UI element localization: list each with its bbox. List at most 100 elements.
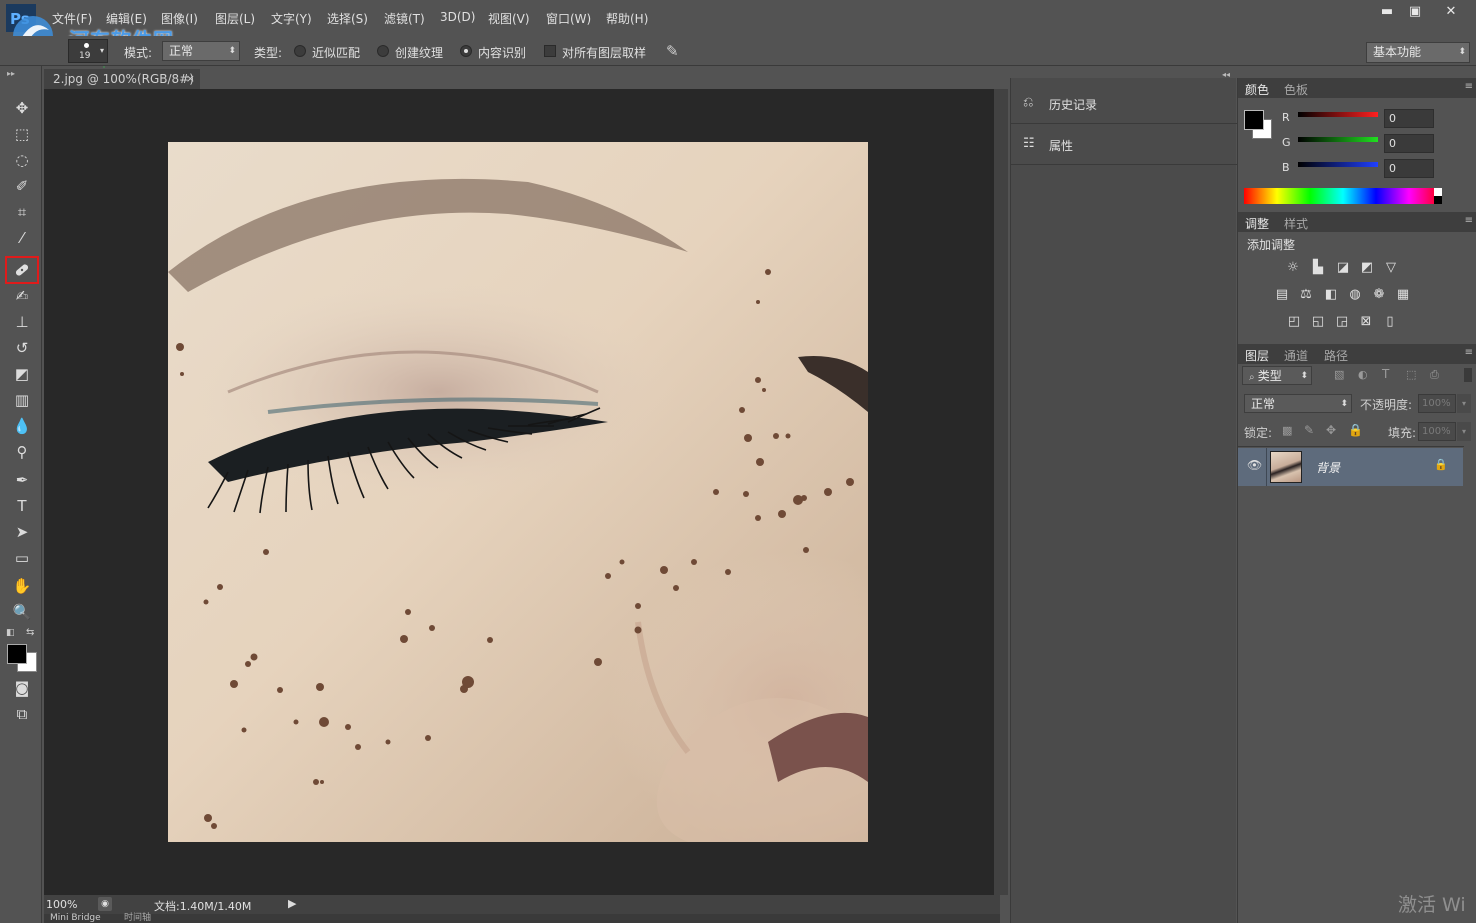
menu-file[interactable]: 文件(F) <box>52 10 92 27</box>
panel-properties[interactable]: ☷ 属性 <box>1011 125 1237 165</box>
quick-select-tool-icon[interactable]: ✐ <box>8 174 36 198</box>
collapse-arrows-icon[interactable]: ▸▸ <box>7 69 15 78</box>
slider-r[interactable] <box>1298 112 1378 117</box>
mode-select[interactable]: 正常 <box>162 41 240 61</box>
channel-mixer-icon[interactable]: ❁ <box>1370 287 1388 303</box>
layer-name[interactable]: 背景 <box>1316 459 1340 476</box>
menu-help[interactable]: 帮助(H) <box>606 10 648 27</box>
radio-create-texture[interactable] <box>377 45 389 57</box>
lock-all-icon[interactable]: 🔒 <box>1348 423 1363 437</box>
panel-menu-icon[interactable]: ≡ <box>1465 347 1473 358</box>
selective-color-icon[interactable]: ⊠ <box>1357 314 1375 330</box>
invert-icon[interactable]: ◰ <box>1285 314 1303 330</box>
pen-tool-icon[interactable]: ✒ <box>8 468 36 492</box>
curves-icon[interactable]: ◪ <box>1334 260 1352 276</box>
status-info-icon[interactable]: ◉ <box>98 897 112 911</box>
close-tab-icon[interactable]: × <box>186 69 195 89</box>
tab-color[interactable]: 颜色 <box>1245 81 1269 98</box>
hand-tool-icon[interactable]: ✋ <box>8 574 36 598</box>
lock-pixels-icon[interactable]: ✎ <box>1304 423 1314 437</box>
pressure-brush-icon[interactable]: ✎ <box>666 42 679 60</box>
lock-position-icon[interactable]: ✥ <box>1326 423 1336 437</box>
layer-filter-select[interactable]: ⌕ 类型 <box>1242 366 1312 385</box>
hue-saturation-icon[interactable]: ▤ <box>1273 287 1291 303</box>
radio-proximity-match[interactable] <box>294 45 306 57</box>
color-balance-icon[interactable]: ⚖ <box>1297 287 1315 303</box>
threshold-icon[interactable]: ◲ <box>1333 314 1351 330</box>
tab-timeline[interactable]: 时间轴 <box>124 914 151 923</box>
menu-image[interactable]: 图像(I) <box>161 10 198 27</box>
workspace-select[interactable]: 基本功能 <box>1366 42 1470 63</box>
fill-field[interactable]: 100% <box>1418 422 1456 441</box>
filter-toggle[interactable] <box>1464 368 1472 382</box>
layer-row-background[interactable]: 👁 背景 🔒 <box>1238 448 1463 486</box>
dodge-tool-icon[interactable]: ⚲ <box>8 440 36 464</box>
spectrum-bar[interactable] <box>1244 188 1442 204</box>
foreground-color-swatch[interactable] <box>7 644 27 664</box>
photoshop-logo[interactable]: Ps <box>6 4 36 32</box>
zoom-tool-icon[interactable]: 🔍 <box>8 600 36 624</box>
close-window-button[interactable]: ✕ <box>1436 4 1466 22</box>
tab-channels[interactable]: 通道 <box>1284 347 1308 364</box>
slider-g[interactable] <box>1298 137 1378 142</box>
quick-mask-icon[interactable]: ◙ <box>8 676 36 700</box>
brightness-icon[interactable]: ☼ <box>1284 260 1302 276</box>
photo-filter-icon[interactable]: ◍ <box>1346 287 1364 303</box>
lasso-tool-icon[interactable]: ◌ <box>8 148 36 172</box>
minimize-button[interactable]: ▬ <box>1372 4 1402 22</box>
posterize-icon[interactable]: ◱ <box>1309 314 1327 330</box>
blend-mode-select[interactable]: 正常 <box>1244 394 1352 413</box>
tab-paths[interactable]: 路径 <box>1324 347 1348 364</box>
menu-layer[interactable]: 图层(L) <box>215 10 255 27</box>
shape-tool-icon[interactable]: ▭ <box>8 546 36 570</box>
exposure-icon[interactable]: ◩ <box>1358 260 1376 276</box>
slider-b[interactable] <box>1298 162 1378 167</box>
history-brush-tool-icon[interactable]: ↺ <box>8 336 36 360</box>
maximize-button[interactable]: ▣ <box>1400 4 1430 22</box>
panel-menu-icon[interactable]: ≡ <box>1465 81 1473 92</box>
filter-pixel-icon[interactable]: ▧ <box>1334 368 1344 381</box>
tab-layers[interactable]: 图层 <box>1245 347 1269 364</box>
crop-tool-icon[interactable]: ⌗ <box>8 200 36 224</box>
input-g[interactable]: 0 <box>1384 134 1434 153</box>
color-fg-swatch[interactable] <box>1244 110 1264 130</box>
tab-mini-bridge[interactable]: Mini Bridge <box>50 914 101 923</box>
move-tool-icon[interactable]: ✥ <box>8 96 36 120</box>
chevron-down-icon[interactable]: ▾ <box>1457 422 1471 441</box>
sample-all-layers-checkbox[interactable] <box>544 45 556 57</box>
tab-styles[interactable]: 样式 <box>1284 215 1308 232</box>
filter-type-icon[interactable]: T <box>1382 367 1389 381</box>
gradient-tool-icon[interactable]: ▥ <box>8 388 36 412</box>
menu-3d[interactable]: 3D(D) <box>440 10 475 24</box>
menu-window[interactable]: 窗口(W) <box>546 10 591 27</box>
document-image[interactable] <box>168 142 868 842</box>
visibility-eye-icon[interactable]: 👁 <box>1247 458 1262 472</box>
spot-healing-brush-tool-icon[interactable] <box>5 256 39 284</box>
marquee-tool-icon[interactable]: ⬚ <box>8 122 36 146</box>
type-tool-icon[interactable]: T <box>8 494 36 518</box>
tab-swatches[interactable]: 色板 <box>1284 81 1308 98</box>
screen-mode-icon[interactable]: ⧉ <box>8 702 36 726</box>
default-colors-icon[interactable]: ◧ <box>6 628 15 638</box>
menu-select[interactable]: 选择(S) <box>327 10 368 27</box>
gradient-map-icon[interactable]: ▯ <box>1381 314 1399 330</box>
levels-icon[interactable]: ▙ <box>1309 260 1327 276</box>
eraser-tool-icon[interactable]: ◩ <box>8 362 36 386</box>
brush-preset-picker[interactable]: 19 ▾ <box>68 39 108 63</box>
input-b[interactable]: 0 <box>1384 159 1434 178</box>
filter-adjust-icon[interactable]: ◐ <box>1358 368 1368 381</box>
vibrance-icon[interactable]: ▽ <box>1382 260 1400 276</box>
radio-content-aware[interactable] <box>460 45 472 57</box>
vertical-scrollbar[interactable] <box>994 89 1008 895</box>
menu-type[interactable]: 文字(Y) <box>271 10 312 27</box>
panel-menu-icon[interactable]: ≡ <box>1465 215 1473 226</box>
black-white-icon[interactable]: ◧ <box>1322 287 1340 303</box>
input-r[interactable]: 0 <box>1384 109 1434 128</box>
eyedropper-tool-icon[interactable]: ⁄ <box>8 226 36 250</box>
tab-adjustments[interactable]: 调整 <box>1245 215 1269 232</box>
menu-view[interactable]: 视图(V) <box>488 10 530 27</box>
blur-tool-icon[interactable]: 💧 <box>8 414 36 438</box>
menu-edit[interactable]: 编辑(E) <box>106 10 147 27</box>
status-menu-arrow-icon[interactable]: ▶ <box>288 897 296 910</box>
zoom-level[interactable]: 100% <box>46 898 77 911</box>
